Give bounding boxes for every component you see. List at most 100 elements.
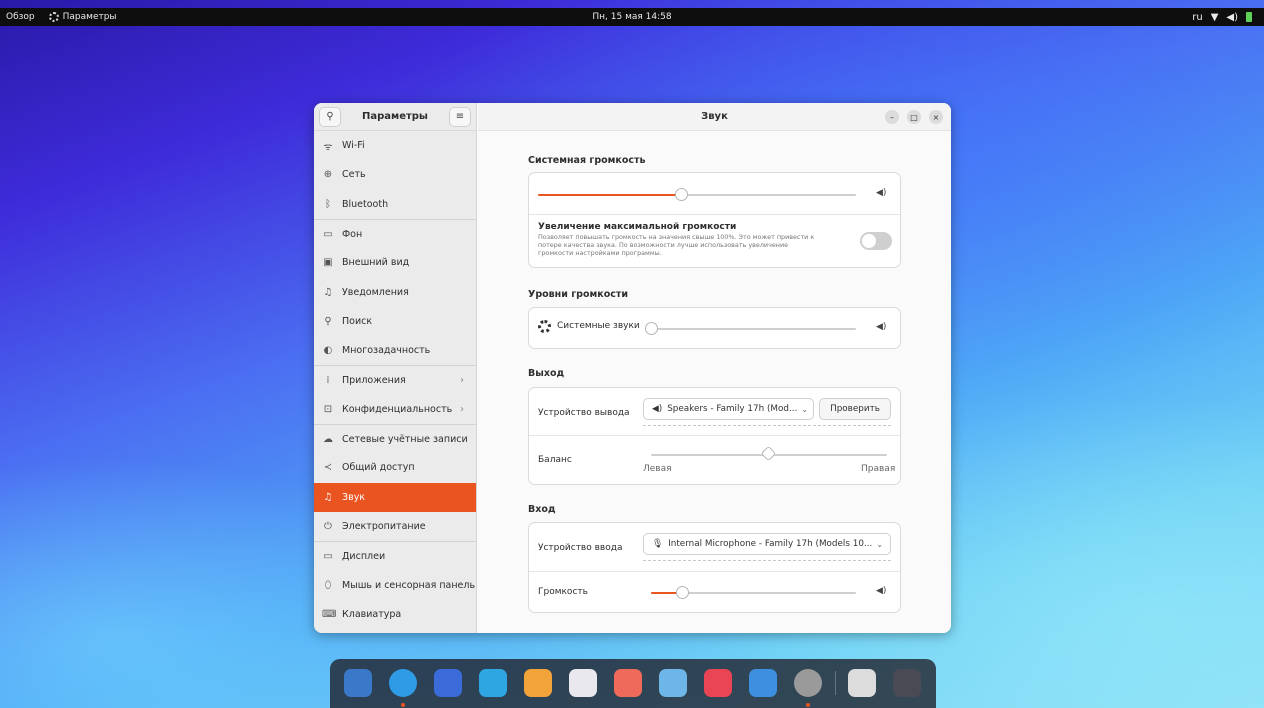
sidebar-title: Параметры	[362, 111, 428, 122]
system-sounds-handle[interactable]	[645, 322, 658, 335]
apps-icon: ⁞	[326, 375, 330, 387]
close-button[interactable]: ×	[929, 110, 943, 124]
balance-slider[interactable]	[651, 445, 887, 462]
software-icon[interactable]	[749, 669, 777, 697]
sidebar: ⚲ Параметры ≡ ᯤ Wi-Fi ⊕ Сеть ᛒ Bluetooth ▭ Фон ▣…	[314, 103, 477, 633]
content-header: Звук – □ ×	[478, 103, 951, 131]
passwords-icon[interactable]	[659, 669, 687, 697]
minimize-button[interactable]: –	[885, 110, 899, 124]
sidebar-item-label: Дисплеи	[342, 550, 386, 562]
test-button[interactable]: Проверить	[819, 398, 891, 420]
system-volume-heading: Системная громкость	[528, 155, 646, 166]
sidebar-item-label: Уведомления	[342, 286, 409, 298]
maximize-button[interactable]: □	[907, 110, 921, 124]
appearance-icon: ▣	[323, 257, 333, 269]
system-volume-slider[interactable]	[538, 188, 856, 201]
sidebar-item-keyboard[interactable]: ⌨ Клавиатура	[314, 600, 476, 629]
bell-icon: ♫	[323, 286, 333, 298]
input-device-dropdown[interactable]: 🎙︎ Internal Microphone - Family 17h (Mod…	[643, 533, 891, 555]
thunderbird-icon[interactable]	[434, 669, 462, 697]
sidebar-item-apps[interactable]: ⁞ Приложения ›	[314, 365, 476, 394]
settings-icon[interactable]	[794, 669, 822, 697]
bluetooth-icon: ᛒ	[325, 198, 331, 210]
system-sounds-row: Системные звуки ◀)	[529, 308, 900, 348]
dock	[330, 659, 936, 708]
mouse-icon: ⬯	[324, 579, 332, 591]
sidebar-item-background[interactable]: ▭ Фон	[314, 218, 476, 248]
overamplification-row: Увеличение максимальной громкости Позвол…	[529, 215, 900, 269]
sidebar-item-mouse[interactable]: ⬯ Мышь и сенсорная панель	[314, 570, 476, 599]
output-device-value: Speakers - Family 17h (Mod...	[667, 404, 798, 414]
input-volume-handle[interactable]	[676, 586, 689, 599]
output-device-dropdown[interactable]: ◀) Speakers - Family 17h (Mod... ⌄	[643, 398, 814, 420]
running-indicator	[806, 703, 810, 707]
sidebar-item-wifi[interactable]: ᯤ Wi-Fi	[314, 131, 476, 160]
app-grid-icon[interactable]	[893, 669, 921, 697]
chromium-icon[interactable]	[389, 669, 417, 697]
display-icon: ▭	[323, 550, 333, 562]
app-menu-label: Параметры	[62, 12, 117, 22]
activities-button[interactable]: Обзор	[6, 12, 35, 22]
wifi-icon: ᯤ	[323, 141, 333, 153]
sidebar-item-network[interactable]: ⊕ Сеть	[314, 160, 476, 189]
sidebar-item-label: Bluetooth	[342, 198, 389, 210]
files-icon[interactable]	[344, 669, 372, 697]
sidebar-item-share[interactable]: ≺ Общий доступ	[314, 453, 476, 482]
app-menu[interactable]: Параметры	[48, 12, 117, 22]
sidebar-item-cloud[interactable]: ☁ Сетевые учётные записи	[314, 423, 476, 453]
sidebar-item-label: Фон	[342, 228, 363, 240]
speaker-icon: ◀)	[876, 188, 887, 198]
settings-window: ⚲ Параметры ≡ ᯤ Wi-Fi ⊕ Сеть ᛒ Bluetooth ▭ Фон ▣…	[314, 103, 951, 633]
overamplification-label: Увеличение максимальной громкости	[538, 222, 737, 232]
running-indicator	[401, 703, 405, 707]
overamplification-toggle[interactable]	[860, 232, 892, 250]
power-icon: ⏻	[324, 521, 332, 532]
trash-icon[interactable]	[848, 669, 876, 697]
clock[interactable]: Пн, 15 мая 14:58	[592, 12, 671, 22]
sidebar-item-lock[interactable]: ⊡ Конфиденциальность ›	[314, 395, 476, 424]
battery-icon	[1246, 12, 1252, 22]
output-device-row: Устройство вывода ◀) Speakers - Family 1…	[529, 388, 900, 436]
sidebar-item-label: Сетевые учётные записи	[342, 433, 468, 445]
sidebar-item-label: Wi-Fi	[342, 140, 365, 152]
sidebar-item-display[interactable]: ▭ Дисплеи	[314, 541, 476, 570]
notes-icon[interactable]	[569, 669, 597, 697]
sidebar-item-label: Многозадачность	[342, 345, 431, 357]
input-volume-slider[interactable]	[651, 586, 856, 599]
system-tray[interactable]: ru ▼ ◀)	[1192, 12, 1252, 23]
input-level-meter	[643, 560, 891, 562]
telegram-icon[interactable]	[479, 669, 507, 697]
calendar-icon[interactable]	[614, 669, 642, 697]
minimize-icon: –	[890, 112, 894, 122]
system-sounds-slider[interactable]	[645, 322, 856, 335]
keyboard-layout-indicator[interactable]: ru	[1192, 12, 1202, 23]
sidebar-item-bluetooth[interactable]: ᛒ Bluetooth	[314, 190, 476, 219]
sidebar-item-power[interactable]: ⏻ Электропитание	[314, 512, 476, 541]
input-device-label: Устройство ввода	[538, 543, 623, 553]
menu-button[interactable]: ≡	[448, 106, 471, 127]
sidebar-item-label: Электропитание	[342, 521, 426, 532]
balance-right-label: Правая	[861, 464, 896, 474]
sidebar-item-search[interactable]: ⚲ Поиск	[314, 307, 476, 336]
search-button[interactable]: ⚲	[319, 106, 341, 127]
sidebar-item-label: Внешний вид	[342, 257, 410, 269]
krita-icon[interactable]	[524, 669, 552, 697]
content-pane: Звук – □ × Системная громкость ◀) Увелич…	[478, 103, 951, 633]
input-volume-label: Громкость	[538, 587, 588, 597]
sidebar-item-bell[interactable]: ♫ Уведомления	[314, 277, 476, 306]
sidebar-item-multitasking[interactable]: ◐ Многозадачность	[314, 336, 476, 365]
sidebar-item-appearance[interactable]: ▣ Внешний вид	[314, 248, 476, 277]
system-volume-handle[interactable]	[675, 188, 688, 201]
multitasking-icon: ◐	[323, 345, 333, 357]
speaker-icon: ◀)	[652, 404, 663, 414]
output-heading: Выход	[528, 368, 565, 379]
gear-icon	[538, 320, 551, 333]
music-icon[interactable]	[704, 669, 732, 697]
hamburger-icon: ≡	[455, 111, 465, 122]
input-volume-row: Громкость ◀)	[529, 572, 900, 612]
chevron-right-icon: ›	[460, 375, 464, 387]
sidebar-item-music-note[interactable]: ♫ Звук	[314, 482, 476, 512]
balance-handle[interactable]	[760, 445, 777, 462]
search-icon: ⚲	[324, 315, 332, 327]
toggle-knob	[862, 234, 876, 248]
